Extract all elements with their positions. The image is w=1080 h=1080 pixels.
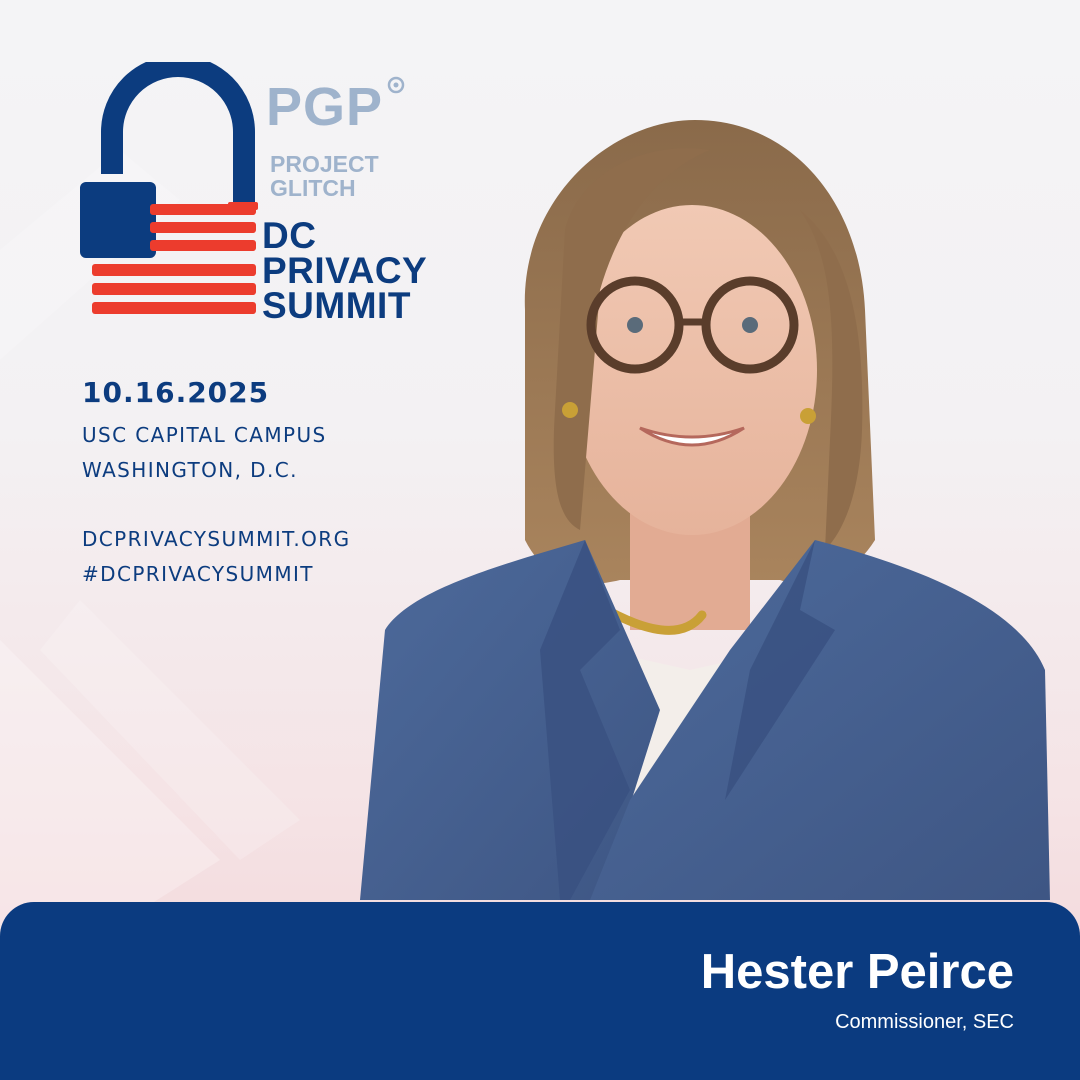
event-website[interactable]: DCPRIVACYSUMMIT.ORG: [82, 527, 350, 551]
speaker-name: Hester Peirce: [700, 945, 1014, 999]
title-dc: DC: [262, 215, 317, 256]
speaker-title: Commissioner, SEC: [835, 1011, 1014, 1033]
event-card: PGP PROJECT GLITCH DC PRIVACY SUMMIT 10.…: [0, 0, 1080, 1080]
event-city: WASHINGTON, D.C.: [82, 458, 298, 482]
event-venue: USC CAPITAL CAMPUS: [82, 423, 327, 447]
registered-circle-icon: [387, 76, 405, 94]
speaker-portrait: [360, 120, 1050, 900]
event-hashtag: #DCPRIVACYSUMMIT: [82, 562, 314, 586]
event-date: 10.16.2025: [82, 376, 270, 409]
